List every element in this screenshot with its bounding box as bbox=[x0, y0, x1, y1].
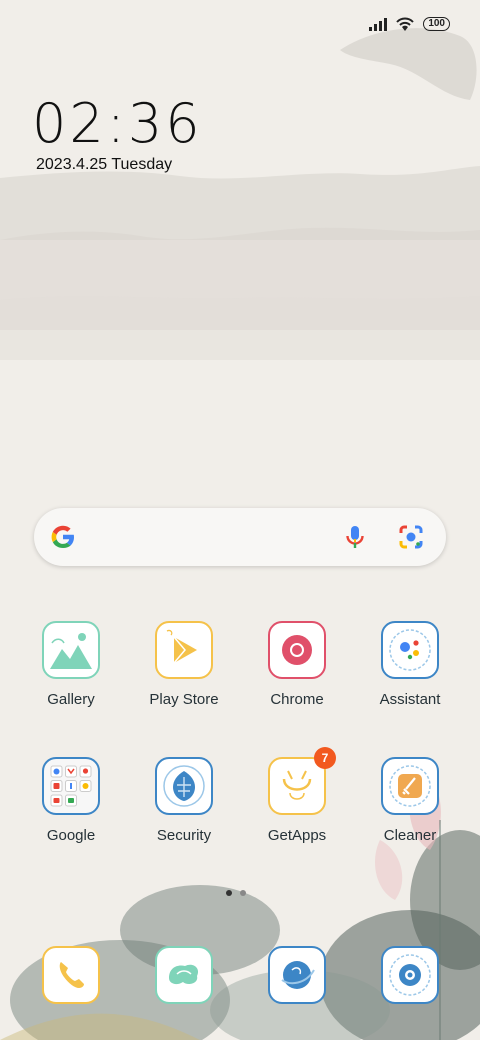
assistant-icon bbox=[381, 621, 439, 679]
dock-camera[interactable] bbox=[360, 946, 460, 1004]
app-google-folder[interactable]: Google bbox=[21, 757, 121, 844]
clock-date[interactable]: 2023.4.25 Tuesday bbox=[36, 156, 172, 174]
app-security[interactable]: Security bbox=[134, 757, 234, 844]
page-dot bbox=[240, 890, 246, 896]
google-search-bar[interactable] bbox=[34, 508, 446, 566]
chrome-icon bbox=[268, 621, 326, 679]
cleaner-icon bbox=[381, 757, 439, 815]
browser-icon bbox=[268, 946, 326, 1004]
app-cleaner[interactable]: Cleaner bbox=[360, 757, 460, 844]
app-play-store[interactable]: Play Store bbox=[134, 621, 234, 708]
google-g-icon bbox=[51, 525, 74, 548]
app-getapps[interactable]: 7 GetApps bbox=[247, 747, 347, 844]
app-assistant[interactable]: Assistant bbox=[360, 621, 460, 708]
app-chrome[interactable]: Chrome bbox=[247, 621, 347, 708]
google-folder-icon bbox=[42, 757, 100, 815]
mic-icon[interactable] bbox=[340, 522, 370, 552]
app-label: GetApps bbox=[267, 827, 327, 844]
battery-icon: 100 bbox=[423, 17, 450, 31]
gallery-icon bbox=[42, 621, 100, 679]
messages-icon bbox=[155, 946, 213, 1004]
wifi-icon bbox=[396, 17, 415, 31]
dock-browser[interactable] bbox=[247, 946, 347, 1004]
app-label: Google bbox=[46, 827, 96, 844]
status-bar: 100 bbox=[369, 16, 450, 32]
dock-messages[interactable] bbox=[134, 946, 234, 1004]
page-indicator[interactable] bbox=[226, 890, 246, 896]
app-label: Gallery bbox=[47, 691, 95, 708]
security-icon bbox=[155, 757, 213, 815]
clock-time[interactable]: 02:36 bbox=[32, 92, 203, 155]
app-label: Chrome bbox=[270, 691, 324, 708]
signal-icon bbox=[369, 17, 388, 31]
notification-badge: 7 bbox=[314, 747, 336, 769]
play-store-icon bbox=[155, 621, 213, 679]
camera-icon bbox=[381, 946, 439, 1004]
getapps-icon: 7 bbox=[268, 747, 336, 815]
app-label: Play Store bbox=[149, 691, 219, 708]
app-label: Cleaner bbox=[383, 827, 437, 844]
google-lens-icon[interactable] bbox=[396, 522, 426, 552]
page-dot-active bbox=[226, 890, 232, 896]
dock-phone[interactable] bbox=[21, 946, 121, 1004]
phone-icon bbox=[42, 946, 100, 1004]
app-label: Assistant bbox=[379, 691, 441, 708]
app-label: Security bbox=[156, 827, 212, 844]
app-gallery[interactable]: Gallery bbox=[21, 621, 121, 708]
